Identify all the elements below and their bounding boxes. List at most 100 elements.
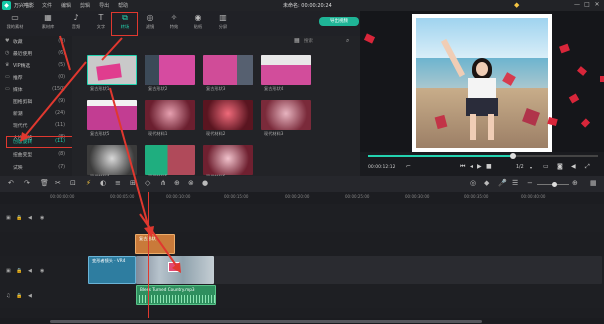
audio-mixer-icon[interactable]: ≡ [115, 179, 121, 187]
sidebar-item-label: 试映 [13, 165, 23, 171]
menu-clip[interactable]: 剪辑 [80, 2, 90, 9]
undo-icon[interactable]: ↶ [8, 179, 14, 187]
thumbnail-label: 复古形状1 [90, 86, 110, 91]
cut-icon[interactable]: ✂ [55, 179, 61, 187]
minimize-button[interactable]: — [572, 1, 582, 8]
sidebar-item-favorites[interactable]: ♥ 收藏 (0) [5, 36, 69, 46]
search-icon[interactable]: ⌕ [346, 37, 349, 45]
motion-icon[interactable]: ⊕ [174, 179, 180, 187]
thumbnail-modern-1[interactable] [145, 100, 195, 130]
sidebar-item-distort[interactable]: 扭曲变型 (8) [13, 149, 69, 159]
close-button[interactable]: ✕ [592, 1, 602, 8]
keyframe-icon[interactable]: ◇ [145, 179, 150, 187]
color-icon[interactable]: ◐ [100, 179, 106, 187]
track-visible-icon[interactable]: ◉ [40, 215, 44, 221]
transition-clip[interactable]: 复古形状 [135, 234, 175, 254]
track-lock-icon[interactable]: ▣ [6, 215, 11, 221]
export-button[interactable]: 导出视频 [319, 17, 359, 26]
split-audio-icon[interactable]: ⋔ [160, 179, 166, 187]
scrollbar-thumb[interactable] [50, 320, 482, 323]
track-lock-icon[interactable]: 🔒 [16, 215, 22, 221]
thumbnail-modern-6[interactable] [203, 145, 253, 175]
list-icon[interactable]: ☰ [512, 179, 518, 187]
timeline-scrollbar[interactable] [0, 318, 604, 324]
sidebar-item-preview[interactable]: 试映 (7) [13, 162, 69, 172]
volume-icon[interactable]: ◀ [571, 163, 576, 170]
settings-icon[interactable]: ▦ [590, 179, 597, 187]
bracket-icon[interactable]: ⌐ [406, 163, 411, 170]
menu-file[interactable]: 文件 [42, 2, 52, 9]
crop-icon[interactable]: ⊡ [70, 179, 76, 187]
tab-my-media[interactable]: ▭ 我的素材 [4, 13, 26, 30]
track-lock-icon[interactable]: 🔒 [16, 293, 22, 299]
maximize-button[interactable]: □ [582, 1, 592, 8]
playhead-line[interactable] [148, 192, 149, 318]
monitor-icon[interactable]: ▭ [543, 163, 549, 170]
stabilize-icon[interactable]: ⊗ [188, 179, 194, 187]
stop-icon[interactable]: ■ [486, 163, 492, 170]
track-mute-icon[interactable]: ◀ [28, 215, 32, 221]
thumbnail-retro-2[interactable] [145, 55, 195, 85]
record-icon[interactable]: ● [202, 179, 208, 187]
tab-audio[interactable]: ♪ 音频 [65, 13, 87, 30]
render-icon[interactable]: ◎ [470, 179, 476, 187]
sidebar-item-grid-edit[interactable]: 图格剪辑 (9) [13, 96, 69, 106]
playback-bar: 00:00:12:12 ⌐ ⏮ ◂ ▶ ■ 1/2 ▾ ▭ ◙ ◀ ⤢ [360, 152, 604, 176]
marker-icon[interactable]: ◆ [484, 179, 489, 187]
zoom-slider-knob[interactable] [552, 182, 557, 187]
sidebar-item-vip[interactable]: ♛ VIP精选 (5) [5, 60, 69, 70]
sidebar-item-modern[interactable]: 现代代 (11) [13, 120, 69, 130]
sidebar-item-trendy[interactable]: 新潮 (24) [13, 108, 69, 118]
play-back-icon[interactable]: ◂ [470, 163, 473, 170]
play-icon[interactable]: ▶ [477, 163, 482, 170]
tab-sticker[interactable]: ◉ 贴纸 [187, 13, 209, 30]
sidebar-item-recommend[interactable]: ▭ 推荐 (0) [5, 72, 69, 82]
menu-help[interactable]: 帮助 [118, 2, 128, 9]
track-lock-icon[interactable]: 🔒 [16, 268, 22, 274]
filter-icon: ◎ [146, 13, 154, 22]
zoom-in-icon[interactable]: ⊕ [572, 179, 578, 187]
tab-filter[interactable]: ◎ 滤镜 [139, 13, 161, 30]
thumbnail-retro-3[interactable] [203, 55, 253, 85]
step-back-icon[interactable]: ⏮ [460, 163, 465, 171]
mic-icon[interactable]: 🎤 [498, 179, 507, 187]
thumbnail-retro-5[interactable] [87, 100, 137, 130]
search-input[interactable]: 搜索 [304, 38, 313, 44]
ruler-tick: 00:00:20:00 [285, 194, 310, 199]
chevron-down-icon[interactable]: ▾ [530, 165, 532, 170]
tab-text[interactable]: T 文字 [90, 13, 112, 30]
fullscreen-icon[interactable]: ⤢ [585, 163, 590, 171]
thumbnail-retro-4[interactable] [261, 55, 311, 85]
speed-icon[interactable]: ⚡ [86, 179, 91, 187]
redo-icon[interactable]: ↷ [24, 179, 30, 187]
grid-view-icon[interactable]: ▦ [294, 37, 300, 44]
sidebar-item-media[interactable]: ▭ 媒体 (150) [5, 84, 69, 94]
delete-icon[interactable]: 🗑 [40, 179, 49, 187]
sidebar-item-recent[interactable]: ◷ 最近使用 (6) [5, 48, 69, 58]
quality-select[interactable]: 1/2 [516, 165, 524, 170]
thumbnail-retro-1[interactable] [87, 55, 137, 85]
menu-edit[interactable]: 编辑 [61, 2, 71, 9]
playhead-knob[interactable] [510, 153, 516, 159]
tab-effect[interactable]: ✧ 特效 [163, 13, 185, 30]
tab-library[interactable]: ▦ 素材库 [37, 13, 59, 30]
track-mute-icon[interactable]: ◀ [28, 293, 32, 299]
split-icon: ▥ [219, 13, 227, 22]
folder-open-icon: ▭ [5, 86, 10, 92]
tab-split-screen[interactable]: ▥ 分屏 [212, 13, 234, 30]
thumbnail-modern-2[interactable] [203, 100, 253, 130]
zoom-out-icon[interactable]: − [527, 179, 533, 187]
leg [470, 114, 476, 140]
timeline-ruler[interactable]: 00:00:00:00 00:00:05:00 00:00:10:00 00:0… [0, 192, 604, 204]
zoom-fit-icon[interactable]: ⊞ [130, 179, 136, 187]
track-mute-icon[interactable]: ◀ [28, 268, 32, 274]
video-clip[interactable]: 变形者镜头 · VR4 [88, 256, 136, 284]
thumbnail-modern-5[interactable] [145, 145, 195, 175]
library-icon: ▦ [44, 13, 52, 22]
thumbnail-modern-4[interactable] [87, 145, 137, 175]
track-visible-icon[interactable]: ◉ [40, 268, 44, 274]
thumbnail-modern-3[interactable] [261, 100, 311, 130]
vip-gem-icon[interactable]: ◆ [514, 1, 519, 9]
menu-export[interactable]: 导出 [99, 2, 109, 9]
camera-icon[interactable]: ◙ [557, 163, 563, 170]
